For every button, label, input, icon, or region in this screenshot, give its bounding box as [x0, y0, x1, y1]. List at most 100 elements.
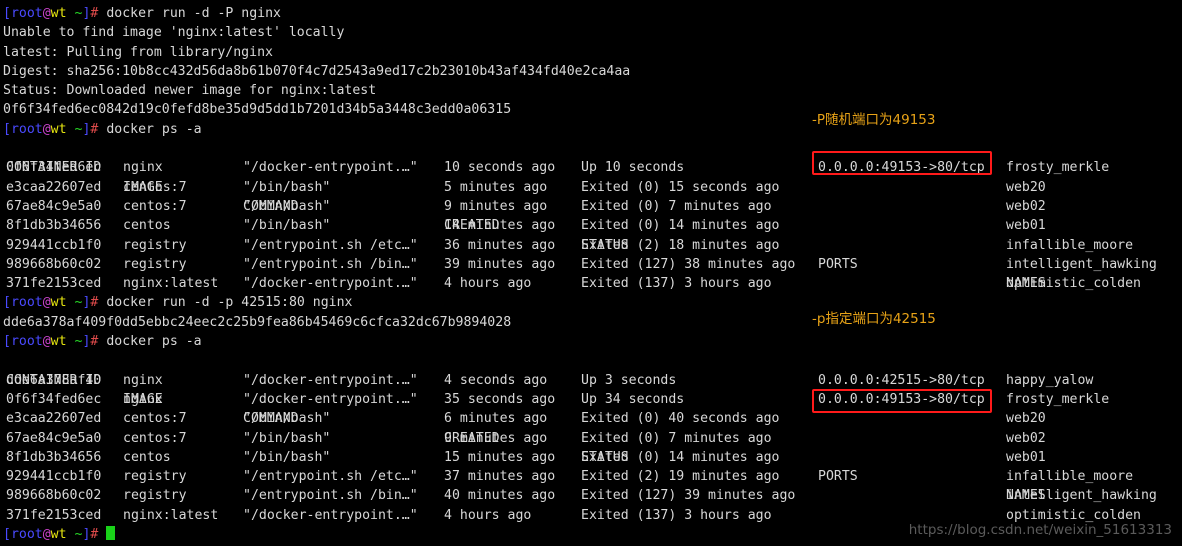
- row-names: infallible_moore: [1006, 469, 1134, 485]
- prompt-open-bracket: [: [3, 334, 11, 350]
- prompt-host: wt: [50, 527, 67, 543]
- row-image: registry: [123, 256, 187, 272]
- row-image: centos:7: [123, 430, 187, 446]
- row-image: centos:7: [123, 198, 187, 214]
- table-row: 929441ccb1f0 registry "/entrypoint.sh /etc…: [3, 236, 1182, 255]
- table-row: 8f1db3b34656 centos "/bin/bash" 15 minutes …: [3, 448, 1182, 467]
- prompt-host: wt: [50, 334, 67, 350]
- row-command: "/entrypoint.sh /etc…": [243, 237, 418, 253]
- row-image: centos: [123, 449, 171, 465]
- text-cursor: [106, 526, 116, 541]
- output-status: Status: Downloaded newer image for nginx…: [3, 83, 377, 99]
- row-created: 15 minutes ago: [444, 449, 556, 465]
- terminal-window[interactable]: [root@wt ~]# docker run -d -P nginx Unab…: [0, 0, 1182, 546]
- row-command: "/entrypoint.sh /bin…": [243, 256, 418, 272]
- row-image: nginx: [123, 391, 163, 407]
- csdn-watermark: https://blog.csdn.net/weixin_51613313: [908, 521, 1172, 538]
- row-created: 4 hours ago: [444, 507, 532, 523]
- row-names: web01: [1006, 449, 1046, 465]
- row-created: 4 hours ago: [444, 276, 532, 292]
- row-names: web01: [1006, 218, 1046, 234]
- row-status: Exited (0) 14 minutes ago: [581, 449, 780, 465]
- row-names: intelligent_hawking: [1006, 256, 1157, 272]
- row-status: Exited (0) 40 seconds ago: [581, 411, 780, 427]
- row-status: Exited (0) 7 minutes ago: [581, 430, 772, 446]
- annotation-random-port: -P随机端口为49153: [812, 112, 936, 128]
- prompt-at: @: [42, 295, 51, 311]
- prompt-user: root: [10, 121, 43, 137]
- row-image: registry: [123, 488, 187, 504]
- row-container-id: e3caa22607ed: [6, 179, 102, 195]
- prompt-at: @: [42, 527, 51, 543]
- row-container-id: e3caa22607ed: [6, 411, 102, 427]
- row-created: 14 minutes ago: [444, 218, 556, 234]
- row-status: Exited (2) 18 minutes ago: [581, 237, 780, 253]
- row-image: centos:7: [123, 179, 187, 195]
- row-created: 36 minutes ago: [444, 237, 556, 253]
- row-created: 10 seconds ago: [444, 160, 556, 176]
- command-line-ps-1: [root@wt ~]# docker ps -a: [3, 120, 1182, 139]
- row-container-id: 929441ccb1f0: [6, 237, 102, 253]
- container-table-1: 0f6f34fed6ec nginx "/docker-entrypoint.…" 1…: [3, 158, 1182, 293]
- row-status: Up 34 seconds: [581, 391, 685, 407]
- table-row: dde6a378af40 nginx "/docker-entrypoint.…" 4…: [3, 371, 1182, 390]
- row-container-id: 0f6f34fed6ec: [6, 160, 102, 176]
- row-ports: 0.0.0.0:49153->80/tcp: [818, 391, 985, 407]
- prompt-at: @: [42, 121, 51, 137]
- row-status: Exited (127) 39 minutes ago: [581, 488, 796, 504]
- table-header-row: CONTAINER ID IMAGE COMMAND CREATED STATU…: [3, 139, 1182, 291]
- row-created: 39 minutes ago: [444, 256, 556, 272]
- command-line-run-P: [root@wt ~]# docker run -d -P nginx: [3, 4, 1182, 23]
- row-status: Exited (2) 19 minutes ago: [581, 469, 780, 485]
- row-image: nginx: [123, 160, 163, 176]
- prompt-at: @: [42, 6, 51, 21]
- row-status: Exited (0) 7 minutes ago: [581, 198, 772, 214]
- row-command: "/bin/bash": [243, 198, 331, 214]
- prompt-user: root: [10, 334, 43, 350]
- row-ports: 0.0.0.0:42515->80/tcp: [818, 372, 985, 388]
- row-created: 6 minutes ago: [444, 411, 548, 427]
- row-container-id: 989668b60c02: [6, 256, 102, 272]
- container-table-2: dde6a378af40 nginx "/docker-entrypoint.…" 4…: [3, 371, 1182, 525]
- prompt-open-bracket: [: [3, 121, 11, 137]
- prompt-host: wt: [50, 121, 67, 137]
- row-container-id: 67ae84c9e5a0: [6, 198, 102, 214]
- table-row: 67ae84c9e5a0 centos:7 "/bin/bash" 9 minutes…: [3, 197, 1182, 216]
- row-container-id: 371fe2153ced: [6, 507, 102, 523]
- row-command: "/bin/bash": [243, 430, 331, 446]
- output-pulling: latest: Pulling from library/nginx: [3, 44, 273, 60]
- table-row: 371fe2153ced nginx:latest "/docker-entrypo…: [3, 274, 1182, 293]
- row-names: frosty_merkle: [1006, 160, 1110, 176]
- row-image: registry: [123, 237, 187, 253]
- command-text-ps-2: docker ps -a: [106, 334, 202, 350]
- prompt-user: root: [10, 527, 43, 543]
- row-command: "/docker-entrypoint.…": [243, 507, 418, 523]
- command-text-run-p: docker run -d -p 42515:80 nginx: [106, 295, 353, 311]
- row-status: Up 10 seconds: [581, 160, 685, 176]
- table-row: e3caa22607ed centos:7 "/bin/bash" 5 minutes…: [3, 178, 1182, 197]
- row-status: Exited (0) 15 seconds ago: [581, 179, 780, 195]
- output-container-id-1: 0f6f34fed6ec0842d19c0fefd8be35d9d5dd1b72…: [3, 102, 512, 118]
- row-image: nginx:latest: [123, 276, 219, 292]
- prompt-host: wt: [50, 6, 67, 21]
- row-command: "/docker-entrypoint.…": [243, 391, 418, 407]
- table-header-row: CONTAINER ID IMAGE COMMAND CREATED STATU…: [3, 351, 1182, 504]
- row-names: web20: [1006, 411, 1046, 427]
- table-row: 67ae84c9e5a0 centos:7 "/bin/bash" 9 minutes…: [3, 429, 1182, 448]
- row-names: optimistic_colden: [1006, 276, 1141, 292]
- table-row: 989668b60c02 registry "/entrypoint.sh /bin…: [3, 486, 1182, 505]
- row-status: Exited (137) 3 hours ago: [581, 507, 772, 523]
- row-names: infallible_moore: [1006, 237, 1134, 253]
- row-names: web20: [1006, 179, 1046, 195]
- row-names: frosty_merkle: [1006, 391, 1110, 407]
- row-status: Exited (0) 14 minutes ago: [581, 218, 780, 234]
- row-image: centos: [123, 218, 171, 234]
- command-line-run-p: [root@wt ~]# docker run -d -p 42515:80 n…: [3, 293, 1182, 312]
- row-container-id: 929441ccb1f0: [6, 469, 102, 485]
- output-container-id-2: dde6a378af409f0dd5ebbc24eec2c25b9fea86b4…: [3, 314, 512, 330]
- row-container-id: 8f1db3b34656: [6, 449, 102, 465]
- row-status: Exited (127) 38 minutes ago: [581, 256, 796, 272]
- row-command: "/entrypoint.sh /etc…": [243, 469, 418, 485]
- table-row: 8f1db3b34656 centos "/bin/bash" 14 minutes …: [3, 216, 1182, 235]
- row-status: Exited (137) 3 hours ago: [581, 276, 772, 292]
